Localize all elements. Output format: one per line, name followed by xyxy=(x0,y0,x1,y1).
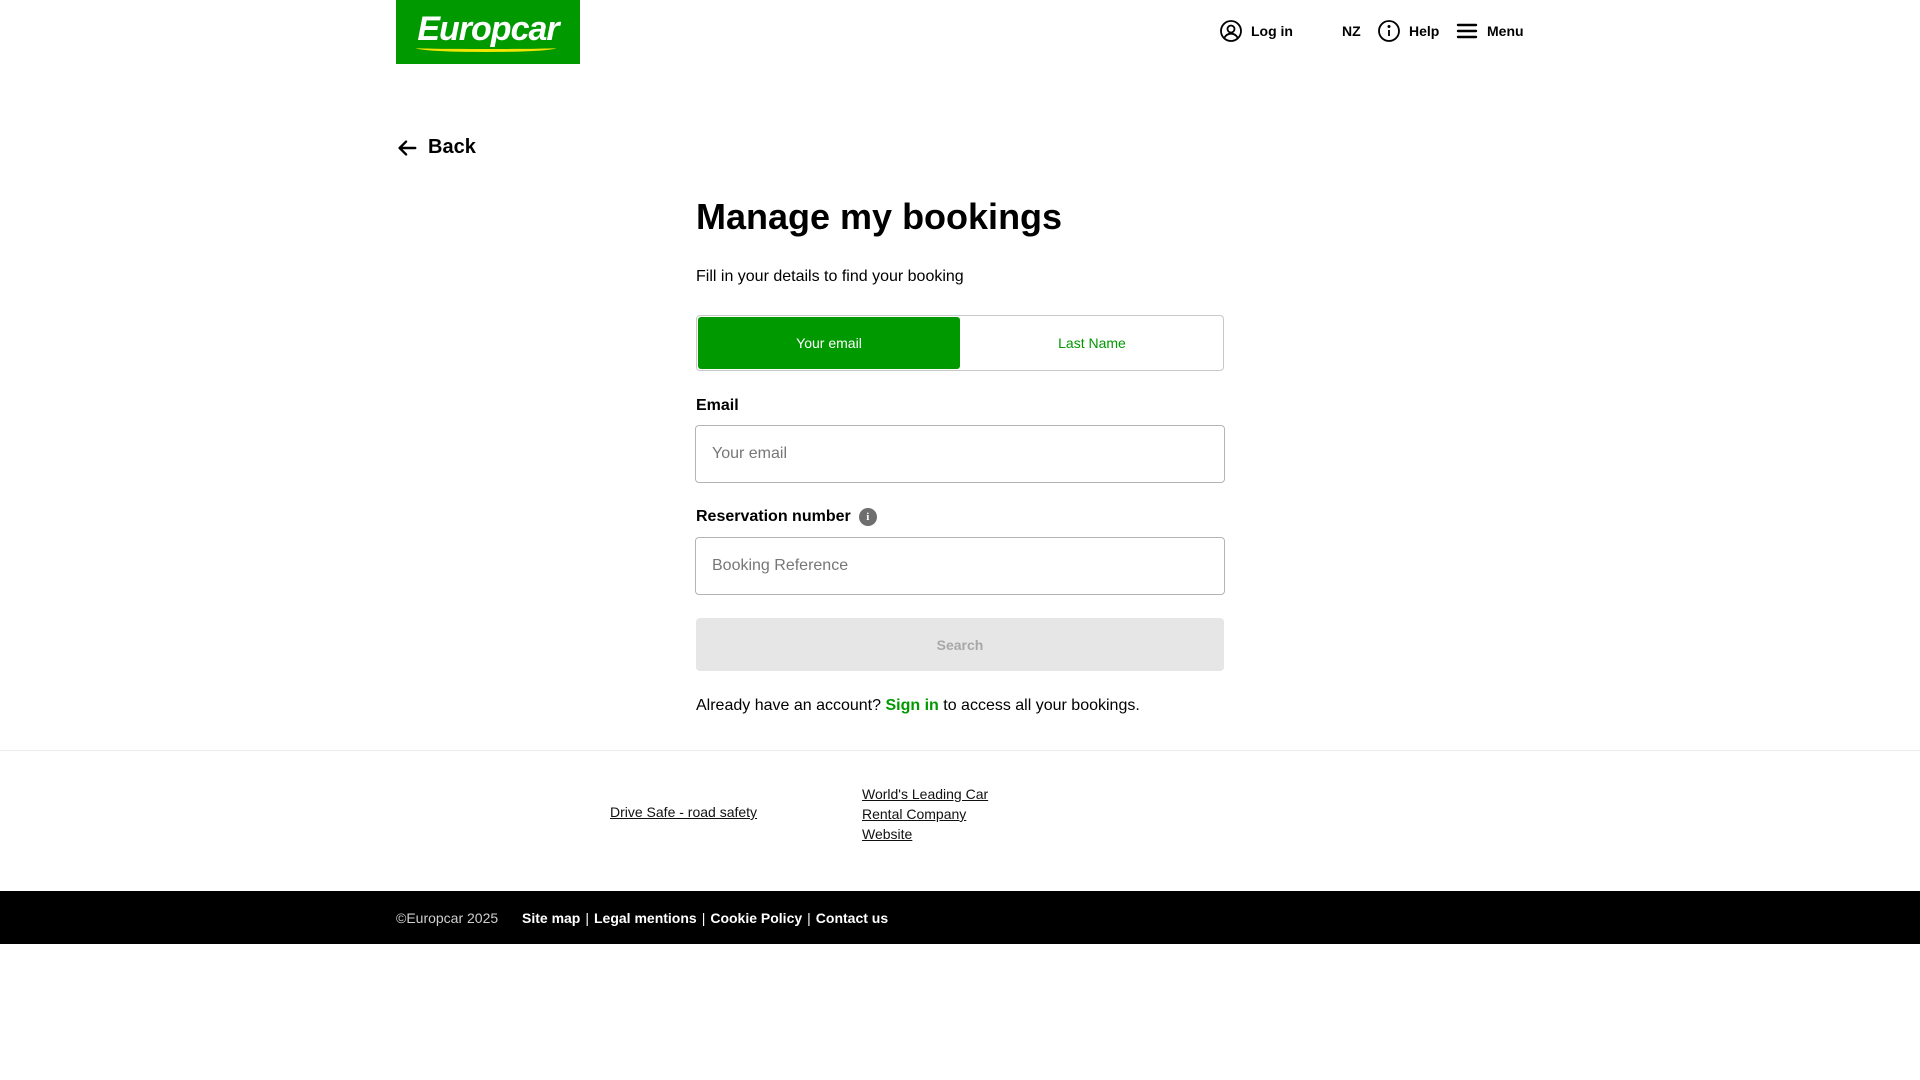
menu-button[interactable]: Menu xyxy=(1455,0,1524,62)
footer-link-world-leading[interactable]: World's Leading Car Rental Company Websi… xyxy=(862,784,1002,844)
europcar-logo[interactable]: Europcar xyxy=(396,0,580,64)
account-prompt: Already have an account? Sign in to acce… xyxy=(696,697,1140,715)
site-header: Europcar Log in NZ Help Menu xyxy=(0,0,1920,70)
hamburger-menu-icon xyxy=(1455,19,1479,43)
country-selector[interactable]: NZ xyxy=(1342,0,1361,62)
info-circle-icon xyxy=(1377,19,1401,43)
copyright: ©Europcar 2025 xyxy=(396,909,499,926)
legal-separator: | xyxy=(585,909,589,926)
legal-bar: ©Europcar 2025 Site map | Legal mentions… xyxy=(0,891,1920,944)
legal-separator: | xyxy=(701,909,706,926)
reservation-label: Reservation number xyxy=(696,508,851,525)
back-label: Back xyxy=(428,136,476,158)
sign-in-link[interactable]: Sign in xyxy=(885,697,938,714)
country-code: NZ xyxy=(1342,23,1361,39)
page-title: Manage my bookings xyxy=(696,196,1063,237)
account-prefix: Already have an account? xyxy=(696,697,882,714)
search-mode-toggle: Your email Last Name xyxy=(696,315,1224,371)
toggle-last-name[interactable]: Last Name xyxy=(961,316,1223,370)
legal-link-legal-mentions[interactable]: Legal mentions xyxy=(594,910,697,926)
reservation-number-field[interactable] xyxy=(695,537,1225,595)
footer-link-drive-safe[interactable]: Drive Safe - road safety xyxy=(610,802,757,822)
footer-divider xyxy=(0,750,1920,751)
menu-label: Menu xyxy=(1487,23,1524,39)
info-icon[interactable]: i xyxy=(858,508,877,526)
back-link[interactable]: Back xyxy=(396,136,476,159)
search-button[interactable]: Search xyxy=(696,618,1224,671)
legal-link-contact-us[interactable]: Contact us xyxy=(816,910,888,926)
arrow-left-icon xyxy=(396,137,418,159)
email-field[interactable] xyxy=(695,425,1225,483)
logo-swoosh xyxy=(416,44,556,52)
logo-text: Europcar xyxy=(417,9,559,48)
legal-link-site-map[interactable]: Site map xyxy=(522,910,580,926)
user-circle-icon xyxy=(1219,19,1243,43)
help-label: Help xyxy=(1409,23,1440,39)
email-label: Email xyxy=(696,397,739,414)
legal-separator: | xyxy=(807,909,811,926)
account-suffix: to access all your bookings. xyxy=(943,697,1140,714)
login-label: Log in xyxy=(1251,23,1293,39)
legal-link-cookie-policy[interactable]: Cookie Policy xyxy=(710,910,802,926)
help-link[interactable]: Help xyxy=(1377,0,1439,62)
legal-links: Site map | Legal mentions | Cookie Polic… xyxy=(522,910,888,926)
reservation-label-row: Reservation number i xyxy=(696,508,877,526)
login-link[interactable]: Log in xyxy=(1219,0,1293,62)
page-subtitle: Fill in your details to find your bookin… xyxy=(696,268,964,285)
toggle-your-email[interactable]: Your email xyxy=(698,317,960,369)
